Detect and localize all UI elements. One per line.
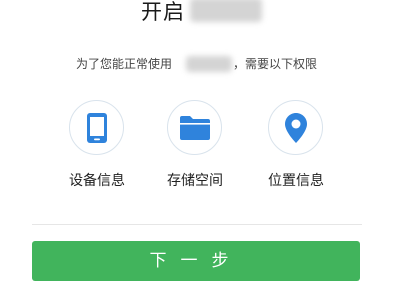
location-pin-icon bbox=[268, 100, 323, 155]
permission-label: 设备信息 bbox=[69, 173, 125, 189]
redacted-app-name-inline bbox=[186, 56, 232, 72]
redacted-app-name bbox=[190, 0, 262, 22]
permission-storage: 存储空间 bbox=[160, 100, 232, 200]
next-step-button[interactable]: 下一步 bbox=[32, 241, 360, 281]
permission-device-info: 设备信息 bbox=[62, 100, 134, 200]
permission-label: 存储空间 bbox=[167, 173, 223, 189]
folder-icon bbox=[167, 100, 222, 155]
phone-icon bbox=[69, 100, 124, 155]
permission-location: 位置信息 bbox=[261, 100, 333, 200]
permission-notice-prefix: 为了您能正常使用 bbox=[76, 57, 173, 71]
page-header: 开启 bbox=[0, 0, 393, 30]
divider bbox=[32, 224, 362, 225]
permission-notice: 为了您能正常使用 ，需要以下权限 bbox=[0, 55, 393, 73]
page-title: 开启 bbox=[141, 0, 185, 24]
permission-notice-suffix: ，需要以下权限 bbox=[233, 57, 318, 71]
permission-label: 位置信息 bbox=[268, 173, 324, 189]
